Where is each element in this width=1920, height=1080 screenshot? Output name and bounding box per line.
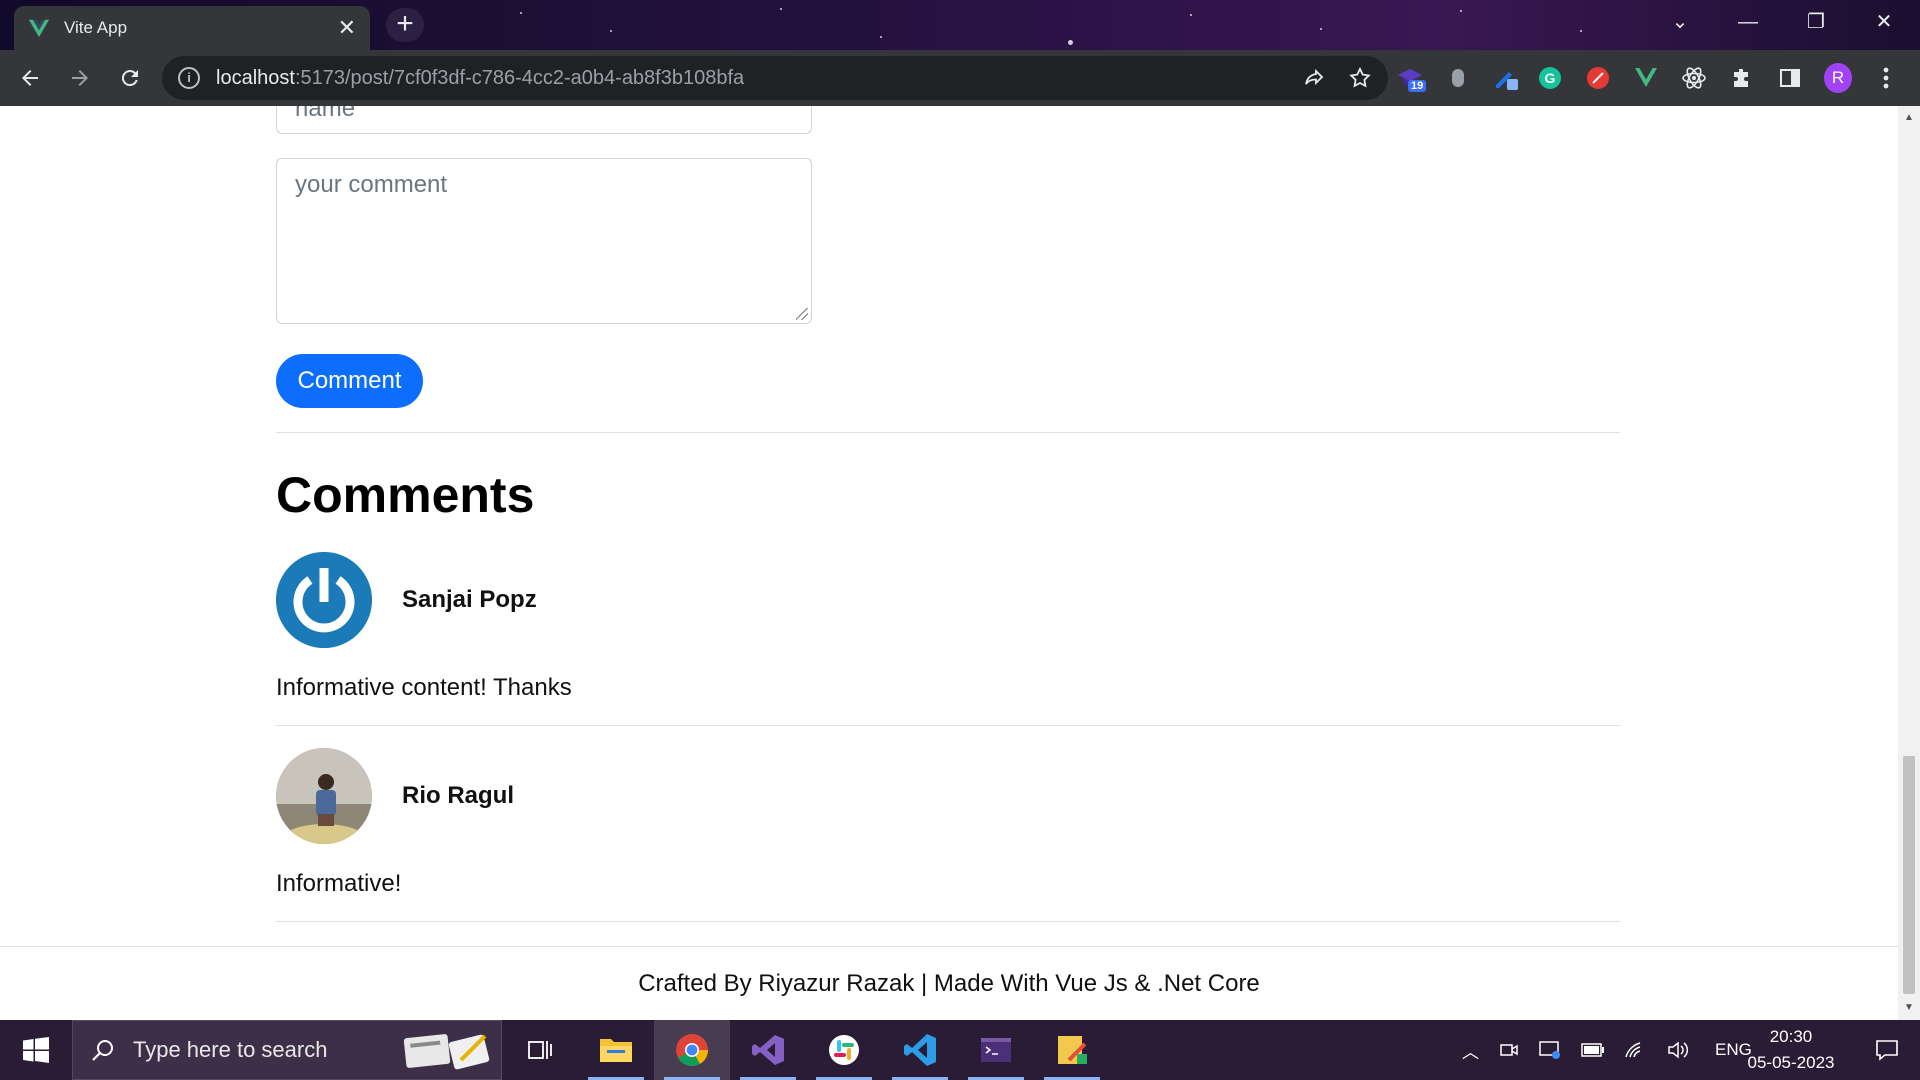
notification-center-button[interactable]: [1854, 1020, 1920, 1080]
page-scrollbar[interactable]: ▲ ▼: [1898, 106, 1920, 1020]
system-tray: ︿ ENG: [1462, 1020, 1752, 1080]
comment-avatar: [276, 552, 372, 648]
app-tools-button[interactable]: [1034, 1020, 1110, 1080]
resize-grip-icon[interactable]: [796, 308, 808, 320]
extension-blocker-icon[interactable]: [1584, 64, 1612, 92]
name-input-placeholder: name: [295, 106, 356, 122]
terminal-button[interactable]: [958, 1020, 1034, 1080]
browser-tab[interactable]: Vite App ✕: [14, 6, 370, 50]
extension-vue-devtools-icon[interactable]: [1632, 64, 1660, 92]
volume-icon[interactable]: [1667, 1040, 1689, 1060]
show-hidden-icons-icon[interactable]: ︿: [1462, 1038, 1479, 1063]
url-host: localhost: [216, 66, 295, 89]
chrome-taskbar-button[interactable]: [654, 1020, 730, 1080]
tab-title: Vite App: [64, 18, 128, 37]
tools-app-icon: [1058, 1036, 1087, 1064]
reload-button[interactable]: [110, 58, 150, 98]
meet-now-icon[interactable]: [1499, 1040, 1519, 1060]
close-window-button[interactable]: ✕: [1850, 0, 1918, 44]
scrollbar-thumb[interactable]: [1903, 756, 1915, 994]
menu-kebab-icon[interactable]: [1872, 64, 1900, 92]
vscode-button[interactable]: [882, 1020, 958, 1080]
profile-initial: R: [1824, 63, 1852, 93]
slack-icon: [829, 1035, 859, 1065]
notification-icon: [1876, 1040, 1898, 1061]
svg-text:G: G: [1545, 70, 1556, 86]
scroll-down-icon[interactable]: ▼: [1904, 1002, 1914, 1013]
comment-author: Sanjai Popz: [402, 586, 537, 613]
profile-avatar[interactable]: R: [1824, 63, 1852, 93]
scroll-up-icon[interactable]: ▲: [1904, 112, 1914, 123]
comment-textarea-placeholder: your comment: [295, 171, 448, 198]
file-explorer-button[interactable]: [578, 1020, 654, 1080]
visual-studio-button[interactable]: [730, 1020, 806, 1080]
arrow-left-icon: [22, 70, 38, 86]
visual-studio-icon: [752, 1035, 784, 1065]
share-icon[interactable]: [1302, 66, 1326, 90]
extension-grammarly-icon[interactable]: G: [1536, 64, 1564, 92]
search-icon: [92, 1040, 113, 1061]
restore-button[interactable]: ❐: [1782, 0, 1850, 44]
clock-date: 05-05-2023: [1747, 1053, 1835, 1072]
clock-time: 20:30: [1769, 1027, 1813, 1046]
comment-avatar: [276, 748, 372, 844]
footer-text: Crafted By Riyazur Razak | Made With Vue…: [638, 970, 1260, 997]
taskbar-search-placeholder: Type here to search: [133, 1037, 328, 1062]
site-info-icon[interactable]: i: [178, 67, 200, 89]
taskbar-clock[interactable]: 20:30 05-05-2023: [1736, 1024, 1846, 1076]
comment-textarea[interactable]: your comment: [276, 158, 812, 324]
news-doodle-icon: [403, 1034, 490, 1070]
name-input[interactable]: name: [276, 106, 812, 134]
address-bar[interactable]: i localhost :5173/post/7cf0f3df-c786-4cc…: [162, 56, 1388, 100]
taskbar-search-box[interactable]: Type here to search: [72, 1020, 502, 1080]
display-project-icon[interactable]: [1539, 1040, 1561, 1060]
comment-text: Informative content! Thanks: [276, 674, 572, 701]
start-button[interactable]: [0, 1020, 72, 1080]
extension-badge: 19: [1408, 80, 1427, 92]
footer-divider: [0, 946, 1898, 947]
task-view-button[interactable]: [502, 1020, 578, 1080]
power-icon: [276, 552, 372, 648]
comment-author: Rio Ragul: [402, 782, 514, 809]
forward-button[interactable]: [60, 58, 100, 98]
extension-react-devtools-icon[interactable]: [1680, 64, 1708, 92]
bookmark-star-icon[interactable]: [1348, 66, 1372, 90]
chrome-icon: [676, 1034, 709, 1067]
task-view-icon: [528, 1041, 552, 1059]
extension-color-picker-icon[interactable]: [1492, 64, 1520, 92]
extension-mortarboard-icon[interactable]: 19: [1396, 64, 1427, 92]
page-viewport: name your comment Comment Comments Sanja…: [0, 106, 1898, 1020]
comment-submit-button[interactable]: Comment: [276, 354, 423, 408]
windows-logo-icon: [23, 1037, 49, 1063]
tab-search-icon[interactable]: ⌄: [1646, 0, 1714, 44]
close-tab-icon[interactable]: ✕: [338, 15, 356, 41]
terminal-icon: [981, 1038, 1011, 1062]
divider: [276, 725, 1620, 726]
url-path: :5173/post/7cf0f3df-c786-4cc2-a0b4-ab8f3…: [294, 66, 745, 89]
minimize-button[interactable]: —: [1714, 0, 1782, 44]
battery-icon[interactable]: [1581, 1042, 1605, 1058]
extension-mouse-icon[interactable]: [1444, 64, 1472, 92]
comment-text: Informative!: [276, 870, 402, 897]
side-panel-icon[interactable]: [1776, 64, 1804, 92]
slack-button[interactable]: [806, 1020, 882, 1080]
new-tab-button[interactable]: +: [386, 8, 424, 42]
browser-titlebar: Vite App ✕ + ⌄ — ❐ ✕: [0, 0, 1920, 50]
arrow-right-icon: [72, 70, 88, 86]
reload-icon: [121, 70, 138, 87]
browser-toolbar: i localhost :5173/post/7cf0f3df-c786-4cc…: [0, 50, 1920, 106]
divider: [276, 432, 1620, 433]
vue-logo-icon: [28, 19, 50, 38]
divider: [276, 921, 1620, 922]
vscode-icon: [904, 1034, 936, 1066]
comments-heading: Comments: [276, 467, 535, 523]
wifi-icon[interactable]: [1625, 1041, 1647, 1059]
back-button[interactable]: [10, 58, 50, 98]
folder-icon: [600, 1039, 632, 1062]
extensions-puzzle-icon[interactable]: [1728, 64, 1756, 92]
user-photo-icon: [276, 748, 372, 844]
